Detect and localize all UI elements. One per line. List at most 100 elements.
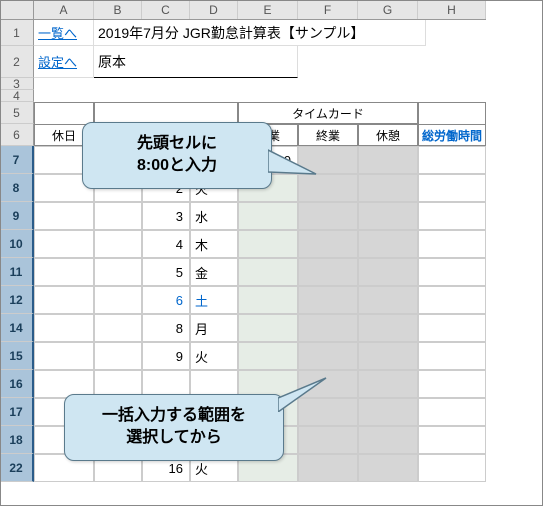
total-header[interactable]: 総労働時間: [418, 124, 486, 146]
weekday-cell[interactable]: 金: [190, 258, 238, 286]
holiday-cell[interactable]: [34, 314, 94, 342]
holiday-cell[interactable]: [34, 202, 94, 230]
settings-link[interactable]: 設定へ: [38, 52, 77, 71]
subtitle-cell[interactable]: 原本: [94, 46, 298, 78]
start-time-cell[interactable]: [238, 230, 298, 258]
col-header-H[interactable]: H: [418, 0, 486, 19]
row-header-1[interactable]: 1: [0, 20, 34, 46]
row-header[interactable]: 10: [0, 230, 34, 258]
start-time-cell[interactable]: [238, 314, 298, 342]
blank-cell[interactable]: [94, 342, 142, 370]
weekday-cell[interactable]: 水: [190, 202, 238, 230]
col-header-G[interactable]: G: [358, 0, 418, 19]
row-header[interactable]: 22: [0, 454, 34, 482]
col-header-D[interactable]: D: [190, 0, 238, 19]
row-header-6[interactable]: 6: [0, 124, 34, 146]
break-time-cell[interactable]: [358, 202, 418, 230]
holiday-header[interactable]: [34, 102, 94, 124]
blank-cell[interactable]: [94, 314, 142, 342]
end-time-cell[interactable]: [298, 230, 358, 258]
break-time-cell[interactable]: [358, 454, 418, 482]
total-time-cell[interactable]: [418, 454, 486, 482]
end-time-cell[interactable]: [298, 314, 358, 342]
total-header-top[interactable]: [418, 102, 486, 124]
holiday-cell[interactable]: [34, 230, 94, 258]
break-time-cell[interactable]: [358, 230, 418, 258]
row-header[interactable]: 8: [0, 174, 34, 202]
row-header-2[interactable]: 2: [0, 46, 34, 78]
row-header-4[interactable]: 4: [0, 90, 34, 102]
total-time-cell[interactable]: [418, 202, 486, 230]
end-time-cell[interactable]: [298, 202, 358, 230]
day-number-cell[interactable]: 3: [142, 202, 190, 230]
col-header-E[interactable]: E: [238, 0, 298, 19]
start-time-cell[interactable]: [238, 258, 298, 286]
holiday-cell[interactable]: [34, 258, 94, 286]
blank-cell[interactable]: [94, 202, 142, 230]
row-header-5[interactable]: 5: [0, 102, 34, 124]
list-link[interactable]: 一覧へ: [38, 23, 77, 42]
total-time-cell[interactable]: [418, 146, 486, 174]
end-time-cell[interactable]: [298, 426, 358, 454]
total-time-cell[interactable]: [418, 314, 486, 342]
row-header[interactable]: 17: [0, 398, 34, 426]
end-time-cell[interactable]: [298, 342, 358, 370]
total-time-cell[interactable]: [418, 230, 486, 258]
select-all-corner[interactable]: [0, 0, 34, 19]
break-time-cell[interactable]: [358, 174, 418, 202]
start-time-cell[interactable]: [238, 342, 298, 370]
end-time-cell[interactable]: [298, 454, 358, 482]
col-header-A[interactable]: A: [34, 0, 94, 19]
day-number-cell[interactable]: 6: [142, 286, 190, 314]
weekday-cell[interactable]: 土: [190, 286, 238, 314]
break-time-cell[interactable]: [358, 398, 418, 426]
row-header[interactable]: 18: [0, 426, 34, 454]
total-time-cell[interactable]: [418, 426, 486, 454]
day-number-cell[interactable]: 9: [142, 342, 190, 370]
row-header[interactable]: 16: [0, 370, 34, 398]
day-number-cell[interactable]: 8: [142, 314, 190, 342]
end-time-cell[interactable]: [298, 258, 358, 286]
blank-cell[interactable]: [94, 258, 142, 286]
holiday-cell[interactable]: [34, 342, 94, 370]
col-header-F[interactable]: F: [298, 0, 358, 19]
break-time-cell[interactable]: [358, 426, 418, 454]
total-time-cell[interactable]: [418, 286, 486, 314]
weekday-cell[interactable]: 月: [190, 314, 238, 342]
holiday-cell[interactable]: [34, 286, 94, 314]
total-time-cell[interactable]: [418, 258, 486, 286]
start-time-cell[interactable]: [238, 202, 298, 230]
row-header[interactable]: 15: [0, 342, 34, 370]
break-time-cell[interactable]: [358, 342, 418, 370]
title-cell[interactable]: 2019年7月分 JGR勤怠計算表【サンプル】: [94, 20, 426, 46]
row-header[interactable]: 9: [0, 202, 34, 230]
break-time-cell[interactable]: [358, 286, 418, 314]
total-time-cell[interactable]: [418, 342, 486, 370]
day-number-cell[interactable]: 5: [142, 258, 190, 286]
row-header[interactable]: 14: [0, 314, 34, 342]
row-header[interactable]: 7: [0, 146, 34, 174]
row-header[interactable]: 11: [0, 258, 34, 286]
weekday-cell[interactable]: 木: [190, 230, 238, 258]
blank-cell[interactable]: [94, 230, 142, 258]
total-time-cell[interactable]: [418, 398, 486, 426]
break-time-cell[interactable]: [358, 146, 418, 174]
start-time-cell[interactable]: [238, 286, 298, 314]
total-time-cell[interactable]: [418, 370, 486, 398]
break-time-cell[interactable]: [358, 258, 418, 286]
end-time-cell[interactable]: [298, 286, 358, 314]
col-header-C[interactable]: C: [142, 0, 190, 19]
break-header[interactable]: 休憩: [358, 124, 418, 146]
cell-A1[interactable]: 一覧へ: [34, 20, 94, 46]
total-time-cell[interactable]: [418, 174, 486, 202]
weekday-cell[interactable]: 火: [190, 342, 238, 370]
break-time-cell[interactable]: [358, 314, 418, 342]
break-time-cell[interactable]: [358, 370, 418, 398]
day-number-cell[interactable]: 4: [142, 230, 190, 258]
cell-A2[interactable]: 設定へ: [34, 46, 94, 78]
empty-header[interactable]: [94, 102, 238, 124]
timecard-header[interactable]: タイムカード: [238, 102, 418, 124]
row-header[interactable]: 12: [0, 286, 34, 314]
col-header-B[interactable]: B: [94, 0, 142, 19]
blank-cell[interactable]: [94, 286, 142, 314]
